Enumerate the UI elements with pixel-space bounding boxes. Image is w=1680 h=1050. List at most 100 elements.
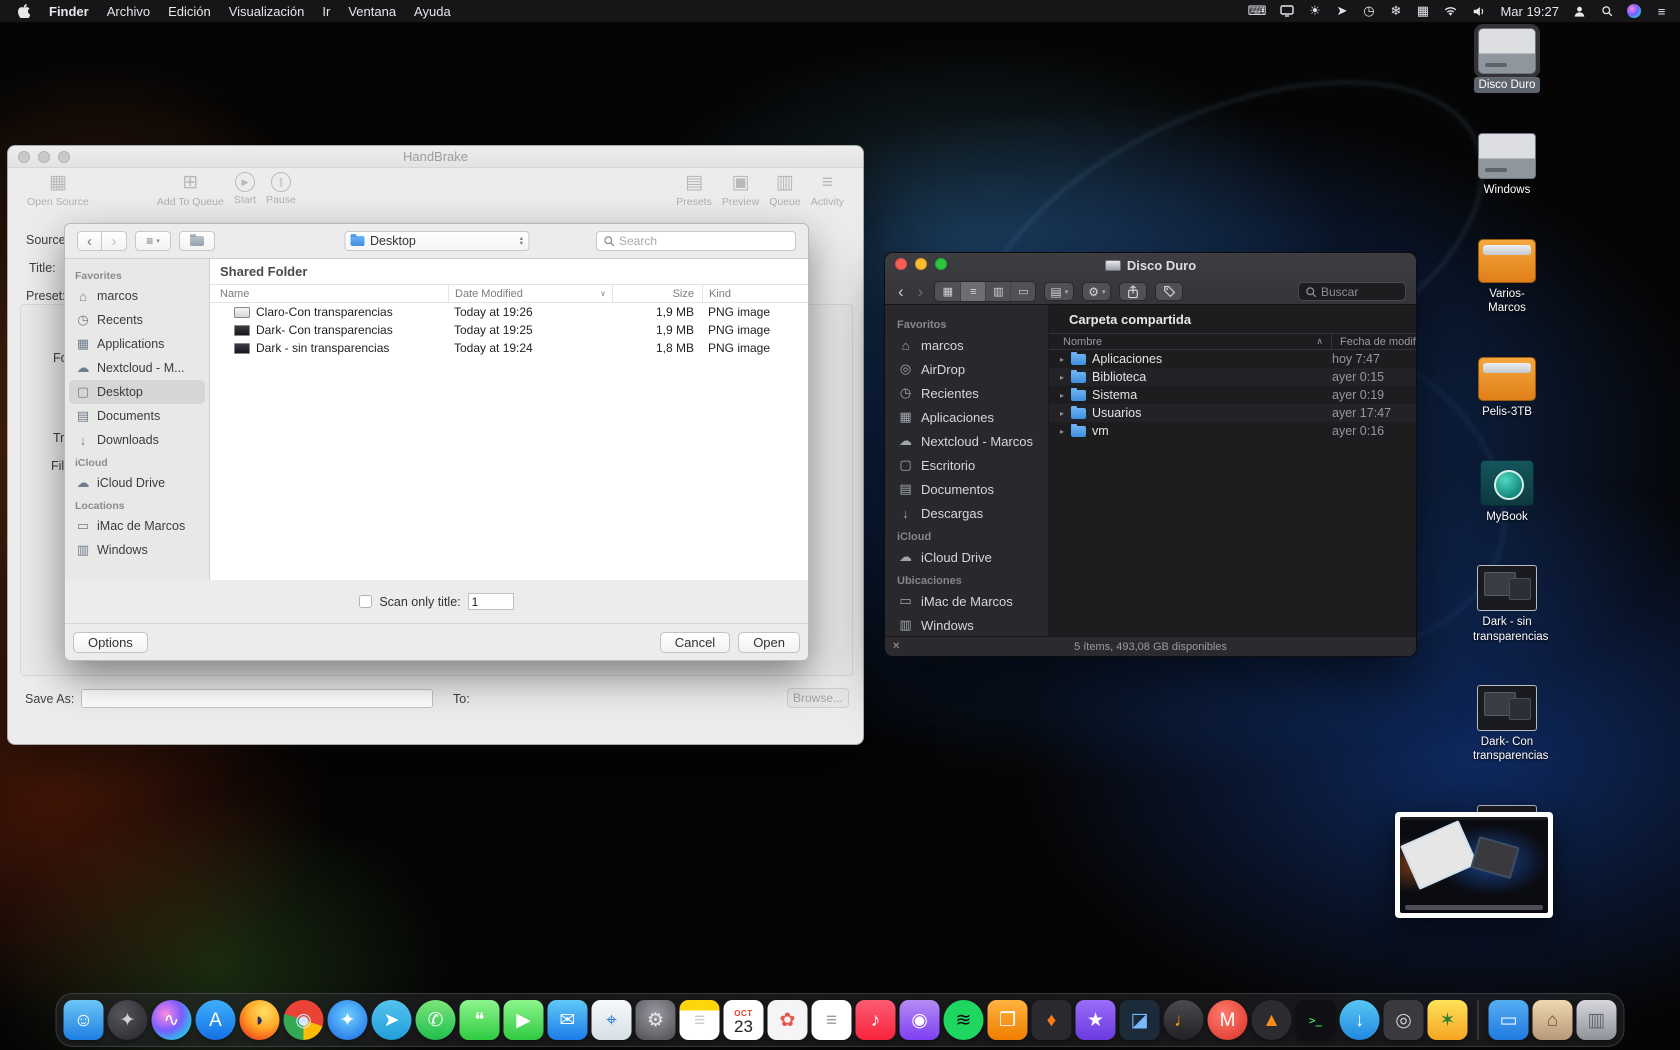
column-size[interactable]: Size bbox=[612, 285, 702, 302]
desktop-icon-varios-marcos[interactable]: Varios-Marcos bbox=[1468, 238, 1546, 317]
list-view-button[interactable]: ≡ bbox=[960, 282, 986, 301]
dock-terminal-icon[interactable]: >_ bbox=[1295, 1000, 1336, 1040]
icon-view-button[interactable]: ▦ bbox=[935, 282, 961, 301]
dock-gmail-icon[interactable]: M bbox=[1207, 1000, 1248, 1040]
control-list-icon[interactable]: ≡ bbox=[1655, 3, 1668, 19]
toolbar-add-to-queue-button[interactable]: ⊞ Add To Queue bbox=[152, 172, 229, 208]
gallery-view-button[interactable]: ▭ bbox=[1010, 282, 1036, 301]
dock-system-preferences-icon[interactable]: ⚙ bbox=[635, 1000, 676, 1040]
toolbar-queue-button[interactable]: ▥ Queue bbox=[764, 172, 806, 208]
save-as-input[interactable] bbox=[81, 689, 433, 708]
dock-maps-icon[interactable]: ⌖ bbox=[591, 1000, 632, 1040]
screenshot-preview[interactable] bbox=[1395, 812, 1553, 918]
dock-telegram-icon[interactable]: ➤ bbox=[371, 1000, 412, 1040]
finder-row-vm[interactable]: ▸ vm ayer 0:16 bbox=[1049, 422, 1416, 440]
desktop-icon-dark-con-transparencias[interactable]: Dark- Con transparencias bbox=[1468, 685, 1548, 765]
cancel-button[interactable]: Cancel bbox=[659, 631, 731, 653]
keyboard-icon[interactable]: ▦ bbox=[1416, 3, 1429, 19]
finder-row-sistema[interactable]: ▸ Sistema ayer 0:19 bbox=[1049, 386, 1416, 404]
sidebar-item-nextcloud-m[interactable]: ☁ Nextcloud - M... bbox=[65, 356, 209, 380]
toolbar-start-button[interactable]: ▶ Start bbox=[229, 172, 261, 206]
dock-reminders-icon[interactable]: ≡ bbox=[811, 1000, 852, 1040]
close-button[interactable] bbox=[895, 258, 907, 270]
action-menu-button[interactable]: ⚙ ▾ bbox=[1082, 282, 1112, 301]
dock-garageband-icon[interactable]: ♩ bbox=[1163, 1000, 1204, 1040]
sidebar-item-windows[interactable]: ▥ Windows bbox=[885, 613, 1048, 636]
menu-archivo[interactable]: Archivo bbox=[98, 4, 159, 19]
share-button[interactable] bbox=[1119, 282, 1148, 301]
disclosure-triangle-icon[interactable]: ▸ bbox=[1055, 373, 1069, 382]
dock-finder-icon[interactable]: ☺ bbox=[63, 1000, 104, 1040]
browse-button[interactable]: Browse... bbox=[787, 688, 849, 708]
dock-media-player-icon[interactable]: ▲ bbox=[1251, 1000, 1292, 1040]
dialog-search-input[interactable] bbox=[619, 234, 789, 248]
wifi-icon[interactable] bbox=[1443, 3, 1458, 19]
display-icon[interactable] bbox=[1280, 3, 1295, 19]
sidebar-item-applications[interactable]: ▦ Applications bbox=[65, 332, 209, 356]
dock-spotify-icon[interactable]: ≋ bbox=[943, 1000, 984, 1040]
disclosure-triangle-icon[interactable]: ▸ bbox=[1055, 355, 1069, 364]
volume-icon[interactable] bbox=[1472, 3, 1486, 19]
sidebar-item-icloud-drive[interactable]: ☁ iCloud Drive bbox=[885, 545, 1048, 569]
toolbar-open-source-button[interactable]: ▦ Open Source bbox=[22, 172, 94, 208]
sidebar-item-recientes[interactable]: ◷ Recientes bbox=[885, 381, 1048, 405]
view-mode-button[interactable]: ≡ ▾ bbox=[135, 231, 171, 251]
desktop-icon-windows[interactable]: Windows bbox=[1468, 133, 1546, 198]
forward-button[interactable]: › bbox=[102, 231, 127, 251]
finder-search-input[interactable] bbox=[1321, 284, 1399, 299]
dock-safari-icon[interactable]: ✦ bbox=[327, 1000, 368, 1040]
desktop-icon-mybook[interactable]: MyBook bbox=[1468, 459, 1546, 525]
dock-chrome-icon[interactable]: ◉ bbox=[283, 1000, 324, 1040]
handbrake-titlebar[interactable]: HandBrake bbox=[8, 146, 863, 168]
spotlight-icon[interactable] bbox=[1600, 3, 1613, 19]
desktop-icon-pelis-3tb[interactable]: Pelis-3TB bbox=[1468, 356, 1546, 420]
dock-shared-screen-icon[interactable]: ▭ bbox=[1488, 1000, 1529, 1040]
file-row-claro-con-transparencias[interactable]: Claro-Con transparencias Today at 19:26 1,… bbox=[210, 303, 808, 321]
toolbar-presets-button[interactable]: ▤ Presets bbox=[671, 172, 717, 208]
open-button[interactable]: Open bbox=[738, 631, 800, 653]
menu-visualizaci-n[interactable]: Visualización bbox=[220, 4, 314, 19]
sidebar-item-imac-de-marcos[interactable]: ▭ iMac de Marcos bbox=[65, 514, 209, 538]
dock-messages-icon[interactable]: ❝ bbox=[459, 1000, 500, 1040]
options-button[interactable]: Options bbox=[73, 631, 148, 653]
stop-icon[interactable]: ✕ bbox=[892, 641, 900, 652]
back-button[interactable]: ‹ bbox=[77, 231, 102, 251]
dock-flame-app-icon[interactable]: ♦ bbox=[1031, 1000, 1072, 1040]
column-name[interactable]: Name bbox=[210, 288, 448, 300]
apple-menu[interactable] bbox=[8, 4, 40, 18]
minimize-button[interactable] bbox=[38, 151, 50, 163]
dock-books-icon[interactable]: ❒ bbox=[987, 1000, 1028, 1040]
forward-button[interactable]: › bbox=[915, 283, 927, 300]
sidebar-item-descargas[interactable]: ↓ Descargas bbox=[885, 501, 1048, 525]
dock-download-manager-icon[interactable]: ↓ bbox=[1339, 1000, 1380, 1040]
file-row-dark-con-transparencias[interactable]: Dark- Con transparencias Today at 19:25 1,… bbox=[210, 321, 808, 339]
dock-camera-app-icon[interactable]: ◎ bbox=[1383, 1000, 1424, 1040]
dock-app-store-icon[interactable]: A bbox=[195, 1000, 236, 1040]
scan-title-input[interactable] bbox=[467, 593, 514, 610]
sidebar-item-icloud-drive[interactable]: ☁ iCloud Drive bbox=[65, 471, 209, 495]
dock-photo-editor-icon[interactable]: ◪ bbox=[1119, 1000, 1160, 1040]
dock-firefox-icon[interactable]: ◗ bbox=[239, 1000, 280, 1040]
menu-ventana[interactable]: Ventana bbox=[339, 4, 405, 19]
finder-titlebar[interactable]: Disco Duro ‹ › ▦ ≡ ▥ ▭ ▤ ▾ ⚙ ▾ bbox=[885, 253, 1416, 305]
brightness-icon[interactable]: ☀ bbox=[1308, 3, 1321, 19]
scan-only-title-checkbox[interactable] bbox=[359, 595, 373, 608]
sidebar-item-marcos[interactable]: ⌂ marcos bbox=[885, 333, 1048, 357]
time-machine-icon[interactable]: ◷ bbox=[1362, 3, 1375, 19]
sidebar-item-documents[interactable]: ▤ Documents bbox=[65, 404, 209, 428]
menu-ir[interactable]: Ir bbox=[313, 4, 339, 19]
column-view-button[interactable]: ▥ bbox=[985, 282, 1011, 301]
zoom-button[interactable] bbox=[58, 151, 70, 163]
location-popup[interactable]: Desktop ▴ ▾ bbox=[344, 231, 529, 251]
dock-mail-icon[interactable]: ✉ bbox=[547, 1000, 588, 1040]
desktop-icon-dark-sin-transparencias[interactable]: Dark - sin transparencias bbox=[1468, 565, 1548, 645]
sidebar-item-documentos[interactable]: ▤ Documentos bbox=[885, 477, 1048, 501]
dock-podcasts-icon[interactable]: ◉ bbox=[899, 1000, 940, 1040]
dock-siri-icon[interactable]: ∿ bbox=[151, 1000, 192, 1040]
dock-notes-icon[interactable]: ≡ bbox=[679, 1000, 720, 1040]
toolbar-pause-button[interactable]: ∥ Pause bbox=[261, 172, 301, 206]
user-icon[interactable] bbox=[1573, 3, 1586, 19]
file-row-dark-sin-transparencias[interactable]: Dark - sin transparencias Today at 19:24 1… bbox=[210, 339, 808, 357]
disclosure-triangle-icon[interactable]: ▸ bbox=[1055, 427, 1069, 436]
tag-button[interactable] bbox=[1155, 282, 1184, 301]
